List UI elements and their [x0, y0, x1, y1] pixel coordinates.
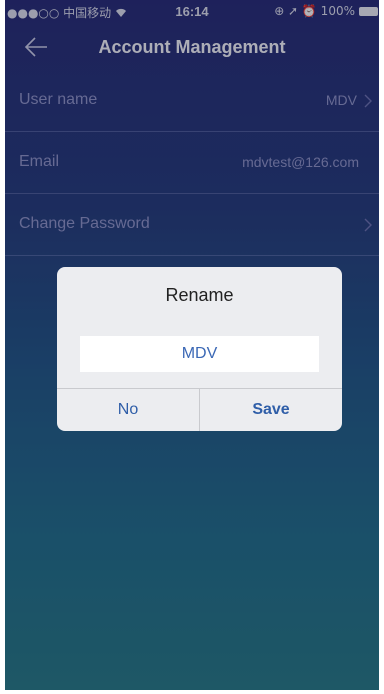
- phone-screen: ●●●○○ 中国移动 16:14 ⊕ ➚ ⏰ 100% Account Mana…: [5, 0, 379, 690]
- save-button[interactable]: Save: [200, 389, 342, 431]
- dialog-buttons: No Save: [57, 388, 342, 431]
- rename-input[interactable]: [80, 336, 319, 372]
- no-button[interactable]: No: [57, 389, 200, 431]
- rename-dialog: Rename No Save: [57, 267, 342, 431]
- dialog-title: Rename: [165, 285, 234, 305]
